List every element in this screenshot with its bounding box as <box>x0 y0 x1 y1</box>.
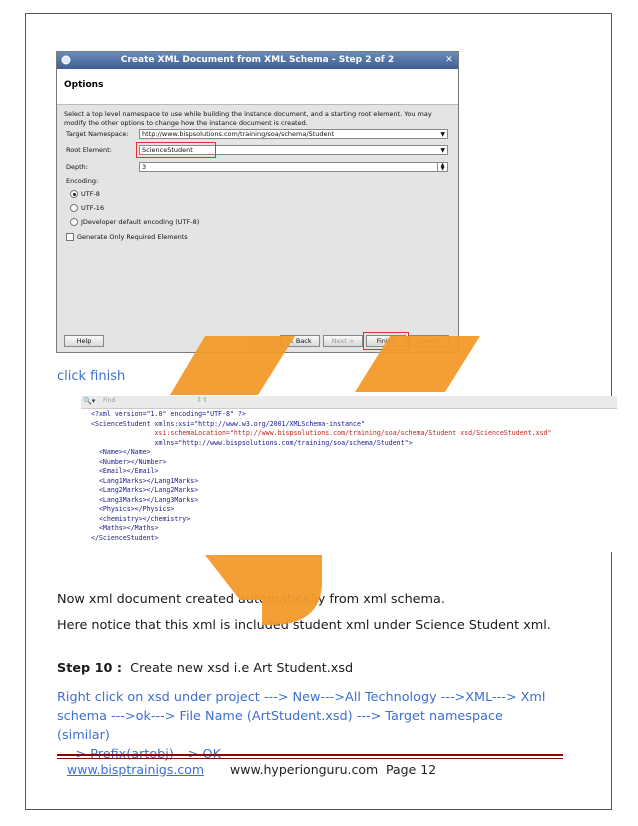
find-input[interactable]: Find <box>103 397 115 404</box>
encoding-label: Encoding: <box>66 177 99 185</box>
footer-rule <box>57 754 563 756</box>
code-line: <Physics></Physics> <box>91 505 175 513</box>
instructions: Right click on xsd under project ---> Ne… <box>57 688 557 764</box>
step-label: Step 10 : <box>57 661 123 676</box>
xml-code: <?xml version="1.0" encoding="UTF-8" ?> <… <box>81 410 552 543</box>
radio-icon <box>70 218 78 226</box>
spinner-arrows-icon[interactable]: ▲ ▼ <box>437 163 447 172</box>
dialog-title: Create XML Document from XML Schema - St… <box>120 55 395 65</box>
encoding-option-label: JDeveloper default encoding (UTF-8) <box>81 218 200 226</box>
paragraph-2: Here notice that this xml is included st… <box>57 618 551 633</box>
dialog-description: Select a top level namespace to use whil… <box>64 110 432 127</box>
footer-rule-thin <box>57 758 563 759</box>
binoculars-icon[interactable]: 🔍▾ <box>83 397 95 405</box>
depth-value: 3 <box>142 163 147 171</box>
code-line: <Email></Email> <box>91 467 159 475</box>
next-button[interactable]: Next > <box>323 335 363 347</box>
root-element-highlight <box>136 142 216 158</box>
code-line: <Lang2Marks></Lang2Marks> <box>91 486 199 494</box>
finish-highlight <box>363 332 409 350</box>
find-next-icon[interactable]: ⇩⇧ <box>196 396 208 404</box>
click-finish-caption: click finish <box>57 369 126 384</box>
code-line: <Lang1Marks></Lang1Marks> <box>91 476 199 485</box>
encoding-option-utf8[interactable]: UTF-8 <box>70 190 100 198</box>
generate-required-checkbox[interactable]: Generate Only Required Elements <box>66 233 188 241</box>
footer-link[interactable]: www.bisptrainigs.com <box>67 762 204 777</box>
dropdown-arrow-icon: ▼ <box>440 147 445 154</box>
target-namespace-value: http://www.bispsolutions.com/training/so… <box>142 130 335 138</box>
paragraph-1: Now xml document created automatically f… <box>57 592 445 607</box>
checkbox-icon <box>66 233 74 241</box>
code-line: <?xml version="1.0" encoding="UTF-8" ?> <box>91 410 246 418</box>
depth-label: Depth: <box>66 163 88 171</box>
footer-page: Page 12 <box>386 762 437 777</box>
code-line: <ScienceStudent xmlns:xsi="http://www.w3… <box>91 419 365 428</box>
encoding-option-utf16[interactable]: UTF-16 <box>70 204 104 212</box>
step-text: Create new xsd i.e Art Student.xsd <box>130 661 354 676</box>
radio-icon <box>70 204 78 212</box>
step-heading: Step 10 : Create new xsd i.e Art Student… <box>57 661 353 676</box>
target-namespace-select[interactable]: http://www.bispsolutions.com/training/so… <box>139 129 448 139</box>
code-line: </ScienceStudent> <box>91 533 159 542</box>
code-line: xsi:schemaLocation="http://www.bispsolut… <box>91 429 552 437</box>
dialog-title-bar: Create XML Document from XML Schema - St… <box>57 52 458 69</box>
dropdown-arrow-icon: ▼ <box>440 131 445 138</box>
help-button[interactable]: Help <box>64 335 104 347</box>
footer-site: www.hyperionguru.com <box>230 762 379 777</box>
encoding-option-default[interactable]: JDeveloper default encoding (UTF-8) <box>70 218 199 226</box>
instruction-line: schema --->ok---> File Name (ArtStudent.… <box>57 709 503 743</box>
close-icon[interactable]: ✕ <box>444 55 454 65</box>
instruction-line: Right click on xsd under project ---> Ne… <box>57 690 546 705</box>
create-xml-dialog: Create XML Document from XML Schema - St… <box>56 51 459 353</box>
code-line: <Name></Name> <box>91 448 151 456</box>
target-namespace-label: Target Namespace: <box>66 130 129 138</box>
dialog-header: Options <box>57 69 458 105</box>
cancel-button[interactable]: Cancel <box>409 335 449 347</box>
dialog-heading: Options <box>64 80 104 90</box>
code-line: <Lang3Marks></Lang3Marks> <box>91 495 199 504</box>
back-button[interactable]: < Back <box>280 335 320 347</box>
radio-selected-icon <box>70 190 78 198</box>
code-line: <Maths></Maths> <box>91 524 159 532</box>
code-line: <chemistry></chemistry> <box>91 514 191 523</box>
root-element-label: Root Element: <box>66 146 112 154</box>
depth-spinner[interactable]: 3 ▲ ▼ <box>139 162 448 172</box>
generate-required-label: Generate Only Required Elements <box>77 233 188 241</box>
xml-editor: 🔍▾ Find ⇩⇧ <?xml version="1.0" encoding=… <box>81 396 617 552</box>
code-line: xmlns="http://www.bispsolutions.com/trai… <box>91 438 413 447</box>
app-icon <box>61 55 71 65</box>
encoding-option-label: UTF-8 <box>81 190 100 198</box>
editor-toolbar: 🔍▾ Find ⇩⇧ <box>81 396 617 409</box>
code-line: <Number></Number> <box>91 457 167 466</box>
encoding-option-label: UTF-16 <box>81 204 105 212</box>
